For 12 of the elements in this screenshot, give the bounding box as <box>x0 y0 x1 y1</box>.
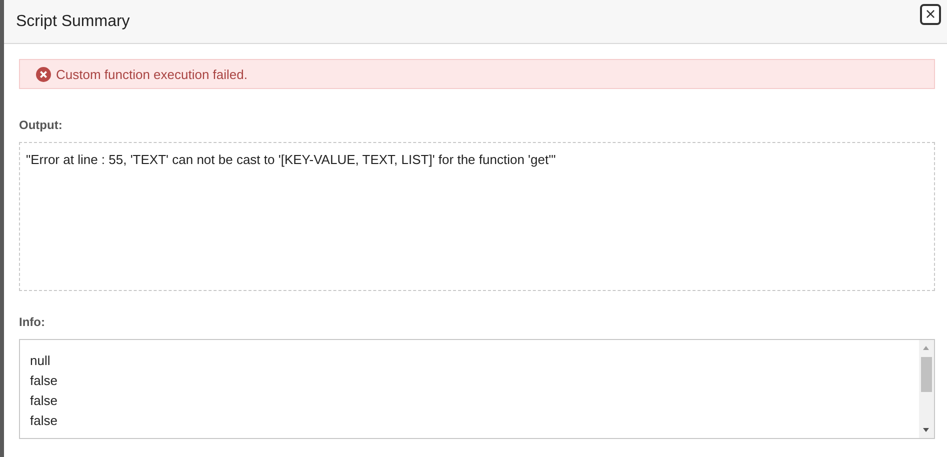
info-label: Info: <box>19 315 46 329</box>
close-button[interactable]: × <box>920 4 941 25</box>
alert-message: Custom function execution failed. <box>56 66 248 82</box>
info-line: false <box>30 413 58 428</box>
info-line: false <box>30 373 58 388</box>
info-line: null <box>30 353 52 368</box>
scrollbar[interactable] <box>919 340 934 438</box>
error-icon <box>36 66 51 82</box>
output-label: Output: <box>19 118 64 132</box>
output-box: "Error at line : 55, 'TEXT' can not be cast to '[KEY-VALUE, TEXT, LIST]' for the function 'get'" <box>19 142 935 291</box>
dialog-title: Script Summary <box>16 12 130 30</box>
info-line: false <box>30 393 58 408</box>
